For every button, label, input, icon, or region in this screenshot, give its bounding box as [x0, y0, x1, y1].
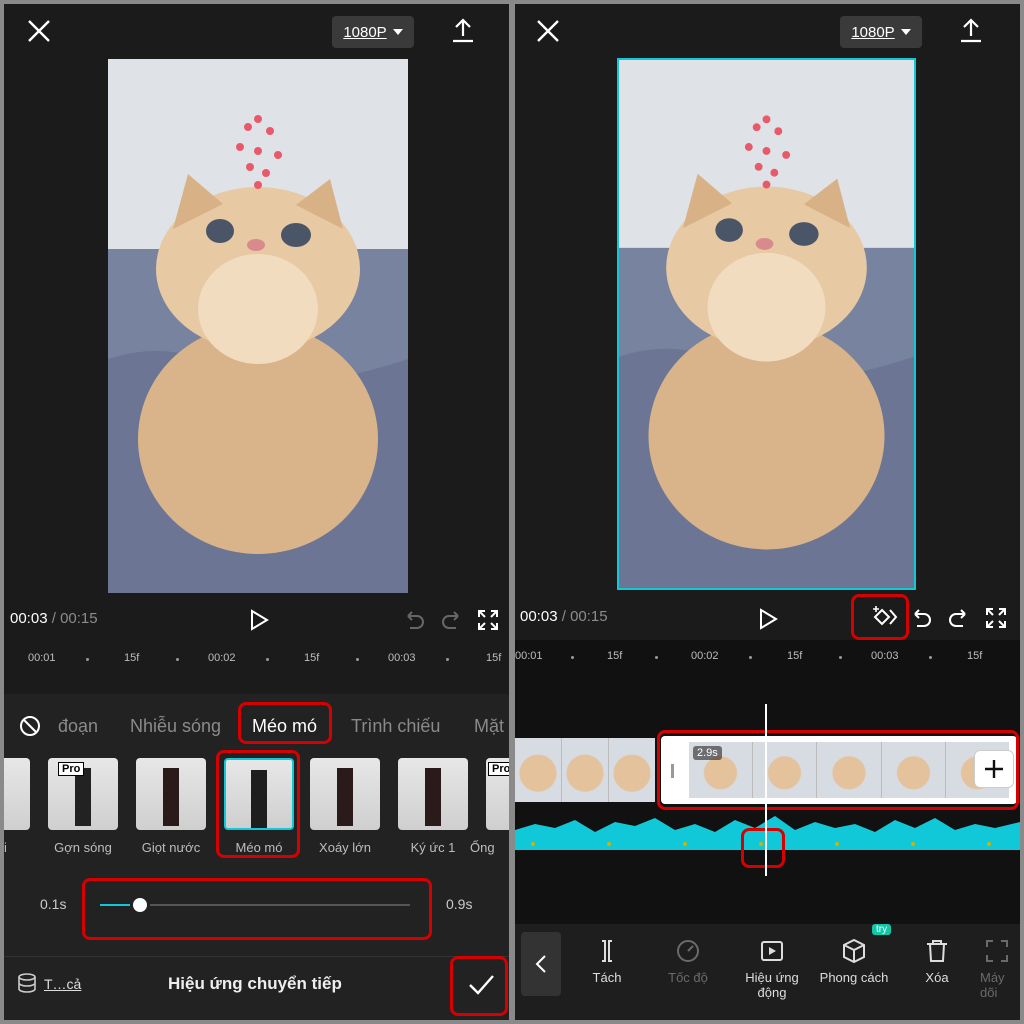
effect-thumb-giot-nuoc[interactable] [136, 758, 206, 830]
tool-tracking: Máy dõi [980, 938, 1020, 1000]
undo-icon[interactable] [909, 606, 933, 630]
model-figure [75, 768, 91, 826]
highlight-box [851, 594, 909, 640]
effect-label: Xoáy lớn [319, 840, 371, 855]
clip-frame [515, 738, 562, 802]
tool-animation[interactable]: Hiệu ứng động [732, 938, 812, 1000]
playhead[interactable] [765, 704, 767, 876]
video-preview[interactable] [617, 58, 916, 590]
ruler-dot [929, 656, 932, 659]
fullscreen-icon[interactable] [984, 606, 1008, 630]
effect-label: ii [4, 840, 7, 855]
apply-all-button[interactable]: T…cả [44, 976, 81, 992]
ruler-dot [86, 658, 89, 661]
left-editor-panel: 1080P 00:03 / 00:15 00:01 15f 00:02 15f … [4, 4, 509, 1020]
ruler-dot [266, 658, 269, 661]
tool-split[interactable]: Tách [567, 938, 647, 985]
play-icon[interactable] [248, 608, 270, 632]
cat-video-frame [619, 60, 914, 588]
resolution-selector[interactable]: 1080P [332, 16, 414, 48]
ruler-dot [749, 656, 752, 659]
slider-min-label: 0.1s [40, 896, 67, 912]
video-clip-previous[interactable] [515, 738, 655, 802]
model-figure [163, 768, 179, 826]
export-icon[interactable] [956, 16, 986, 46]
pro-badge: Pro [488, 762, 509, 776]
ruler-dot [655, 656, 658, 659]
play-effect-icon [761, 941, 783, 961]
back-button[interactable] [521, 932, 561, 996]
model-figure [337, 768, 353, 826]
chevron-left-icon [535, 955, 546, 973]
time-ruler: 00:01 15f 00:02 15f 00:03 15f [28, 652, 502, 664]
tool-style[interactable]: try Phong cách [814, 924, 894, 985]
highlight-box [450, 956, 508, 1016]
speed-icon [677, 940, 699, 962]
tool-speed: Tốc độ [648, 938, 728, 985]
timecode: 00:03 / 00:15 [10, 610, 98, 627]
pro-badge: Pro [58, 762, 85, 776]
tool-delete[interactable]: Xóa [897, 938, 977, 985]
panel-title: Hiệu ứng chuyển tiếp [168, 974, 342, 993]
slider-max-label: 0.9s [446, 896, 473, 912]
clip-frame [562, 738, 609, 802]
highlight-box [82, 878, 432, 940]
cube-icon [843, 938, 865, 964]
highlight-box [741, 828, 785, 868]
tab-nhieu-song[interactable]: Nhiễu sóng [130, 716, 221, 737]
export-icon[interactable] [448, 16, 478, 46]
ruler-dot [446, 658, 449, 661]
tracking-icon [986, 940, 1008, 962]
effect-thumb-ong[interactable]: Pro [486, 758, 509, 830]
close-icon[interactable] [24, 16, 54, 46]
clip-frame [609, 738, 655, 802]
caret-down-icon [900, 29, 911, 35]
effect-label: Gợn sóng [54, 840, 112, 855]
effect-thumb-gon-song[interactable]: Pro [48, 758, 118, 830]
model-figure [425, 768, 441, 826]
fullscreen-icon[interactable] [476, 608, 500, 632]
right-editor-panel: 1080P 00:03 / 00:15 00:01 15f 00:02 15f … [515, 4, 1020, 1020]
ruler-dot [839, 656, 842, 659]
effect-label: Ký ức 1 [410, 840, 456, 855]
split-icon [602, 940, 612, 962]
ruler-dot [356, 658, 359, 661]
cat-video-frame [108, 59, 408, 593]
tab-mat[interactable]: Mặt [474, 716, 504, 737]
tab-trinh-chieu[interactable]: Trình chiếu [351, 716, 440, 737]
effect-thumb[interactable] [4, 758, 30, 830]
redo-icon[interactable] [947, 606, 971, 630]
timecode: 00:03 / 00:15 [520, 608, 608, 625]
video-preview[interactable] [108, 59, 408, 593]
close-icon[interactable] [533, 16, 563, 46]
ruler-dot [571, 656, 574, 659]
time-ruler: 00:01 15f 00:02 15f 00:03 15f [515, 650, 983, 662]
effect-thumb-ky-uc-1[interactable] [398, 758, 468, 830]
effect-label: Ống [470, 840, 495, 855]
trash-icon [927, 940, 947, 962]
highlight-box [657, 730, 1019, 810]
play-icon[interactable] [757, 607, 779, 631]
try-badge: try [872, 924, 892, 935]
divider [4, 956, 509, 957]
caret-down-icon [392, 29, 403, 35]
redo-icon[interactable] [440, 608, 464, 632]
database-icon[interactable] [16, 972, 38, 994]
none-icon[interactable] [18, 714, 42, 738]
effect-label: Giọt nước [141, 840, 201, 855]
resolution-selector[interactable]: 1080P [840, 16, 922, 48]
highlight-box [216, 750, 300, 858]
effect-thumb-xoay-lon[interactable] [310, 758, 380, 830]
tab-doan[interactable]: đoạn [58, 716, 98, 737]
undo-icon[interactable] [402, 608, 426, 632]
ruler-dot [176, 658, 179, 661]
highlight-box [238, 702, 332, 744]
